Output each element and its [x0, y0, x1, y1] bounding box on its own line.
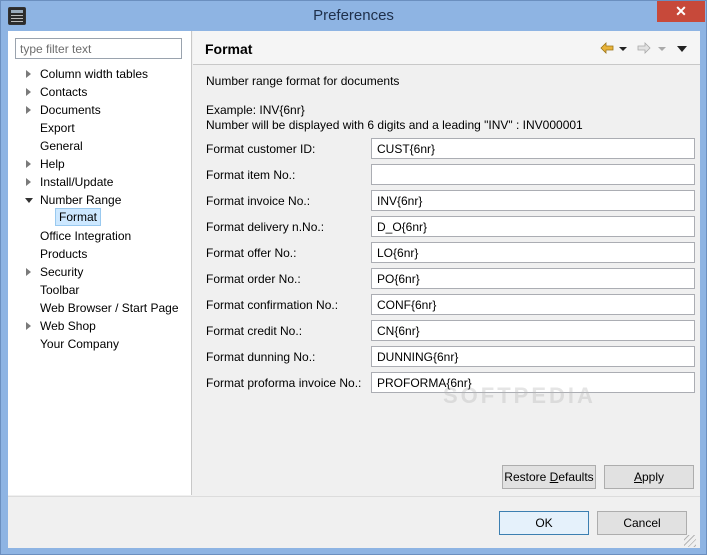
tree-item-label: Office Integration: [40, 229, 132, 243]
tree-item-help[interactable]: Help: [8, 155, 192, 173]
tree-item-export[interactable]: Export: [8, 119, 192, 137]
item-no-format-field[interactable]: [371, 164, 695, 185]
tree-item-label: Products: [40, 247, 88, 261]
window-title: Preferences: [313, 7, 394, 24]
tree-item-web-browser[interactable]: Web Browser / Start Page: [8, 299, 192, 317]
arrow-left-icon[interactable]: [600, 42, 614, 54]
tree-item-install-update[interactable]: Install/Update: [8, 173, 192, 191]
apply-button[interactable]: Apply: [604, 465, 694, 489]
forward-history-chevron-icon[interactable]: [658, 47, 666, 51]
page-header: Format: [193, 31, 700, 65]
offer-no-format-field[interactable]: [371, 242, 695, 263]
tree-item-label: Documents: [40, 103, 101, 117]
dialog-button-bar: OK Cancel: [8, 496, 700, 548]
page-description: Number range format for documents: [206, 74, 400, 88]
ok-button[interactable]: OK: [499, 511, 589, 535]
tree-item-label: Security: [40, 265, 84, 279]
field-label: Format offer No.:: [206, 246, 297, 260]
expand-arrow-icon[interactable]: [26, 106, 31, 114]
tree-item-label: Export: [40, 121, 75, 135]
watermark: SOFTPEDIA: [443, 383, 596, 408]
button-label-part: pply: [642, 470, 665, 484]
preference-page: Format Number range format for documents…: [193, 31, 700, 495]
close-button[interactable]: ✕: [657, 1, 705, 22]
tree-item-label: Web Shop: [40, 319, 96, 333]
button-label-part: efaults: [558, 470, 594, 484]
field-row-invoice-no: Format invoice No.:: [206, 190, 696, 212]
tree-item-column-width-tables[interactable]: Column width tables: [8, 65, 192, 83]
dialog-body: Column width tables Contacts Documents E…: [8, 31, 700, 548]
field-row-delivery-no: Format delivery n.No.:: [206, 216, 696, 238]
field-row-order-no: Format order No.:: [206, 268, 696, 290]
delivery-no-format-field[interactable]: [371, 216, 695, 237]
expand-arrow-icon[interactable]: [26, 160, 31, 168]
tree-item-your-company[interactable]: Your Company: [8, 335, 192, 353]
tree-item-label: Column width tables: [40, 67, 149, 81]
tree-item-label: Help: [40, 157, 65, 171]
tree-item-label: Install/Update: [40, 175, 114, 189]
customer-id-format-field[interactable]: [371, 138, 695, 159]
field-row-customer-id: Format customer ID:: [206, 138, 696, 160]
field-label: Format invoice No.:: [206, 194, 311, 208]
tree-item-label: Web Browser / Start Page: [40, 301, 179, 315]
cancel-button[interactable]: Cancel: [597, 511, 687, 535]
example-explanation: Number will be displayed with 6 digits a…: [206, 118, 583, 132]
field-row-offer-no: Format offer No.:: [206, 242, 696, 264]
preferences-window: Preferences ✕ Column width tables Contac…: [0, 0, 707, 555]
field-label: Format dunning No.:: [206, 350, 316, 364]
title-bar[interactable]: Preferences ✕: [1, 1, 706, 31]
field-row-item-no: Format item No.:: [206, 164, 696, 186]
tree-item-security[interactable]: Security: [8, 263, 192, 281]
filter-input[interactable]: [15, 38, 182, 59]
field-row-confirmation-no: Format confirmation No.:: [206, 294, 696, 316]
back-history-chevron-icon[interactable]: [619, 47, 627, 51]
tree-item-number-range[interactable]: Number Range: [8, 191, 192, 209]
button-mnemonic: A: [633, 470, 642, 484]
tree-item-documents[interactable]: Documents: [8, 101, 192, 119]
field-row-credit-no: Format credit No.:: [206, 320, 696, 342]
tree-item-label: Your Company: [40, 337, 119, 351]
example-line: Example: INV{6nr}: [206, 103, 305, 117]
button-label-part: Restore: [504, 470, 550, 484]
field-label: Format proforma invoice No.:: [206, 376, 362, 390]
tree-item-web-shop[interactable]: Web Shop: [8, 317, 192, 335]
tree-item-general[interactable]: General: [8, 137, 192, 155]
tree-item-toolbar[interactable]: Toolbar: [8, 281, 192, 299]
tree-item-label: Toolbar: [40, 283, 80, 297]
format-example: Example: INV{6nr} Number will be display…: [206, 103, 583, 133]
tree-item-office-integration[interactable]: Office Integration: [8, 227, 192, 245]
expand-arrow-icon[interactable]: [26, 268, 31, 276]
field-label: Format confirmation No.:: [206, 298, 339, 312]
tree-item-format[interactable]: Format: [8, 208, 192, 227]
confirmation-no-format-field[interactable]: [371, 294, 695, 315]
invoice-no-format-field[interactable]: [371, 190, 695, 211]
restore-defaults-button[interactable]: Restore Defaults: [502, 465, 596, 489]
field-label: Format order No.:: [206, 272, 301, 286]
tree-item-products[interactable]: Products: [8, 245, 192, 263]
order-no-format-field[interactable]: [371, 268, 695, 289]
tree-item-label: Contacts: [40, 85, 88, 99]
arrow-right-icon[interactable]: [637, 42, 651, 54]
page-title: Format: [205, 41, 253, 57]
field-label: Format delivery n.No.:: [206, 220, 325, 234]
field-label: Format credit No.:: [206, 324, 303, 338]
dunning-no-format-field[interactable]: [371, 346, 695, 367]
expand-arrow-icon[interactable]: [26, 178, 31, 186]
resize-grip[interactable]: [684, 535, 696, 547]
field-label: Format customer ID:: [206, 142, 316, 156]
credit-no-format-field[interactable]: [371, 320, 695, 341]
field-label: Format item No.:: [206, 168, 296, 182]
expand-arrow-icon[interactable]: [26, 70, 31, 78]
tree-item-label: General: [40, 139, 83, 153]
tree-item-label-selected: Format: [55, 208, 102, 226]
collapse-arrow-icon[interactable]: [25, 198, 33, 203]
chevron-down-icon[interactable]: [677, 46, 687, 52]
field-row-dunning-no: Format dunning No.:: [206, 346, 696, 368]
tree-item-contacts[interactable]: Contacts: [8, 83, 192, 101]
expand-arrow-icon[interactable]: [26, 88, 31, 96]
expand-arrow-icon[interactable]: [26, 322, 31, 330]
preference-tree-pane: Column width tables Contacts Documents E…: [8, 31, 192, 495]
tree-item-label: Number Range: [40, 193, 122, 207]
